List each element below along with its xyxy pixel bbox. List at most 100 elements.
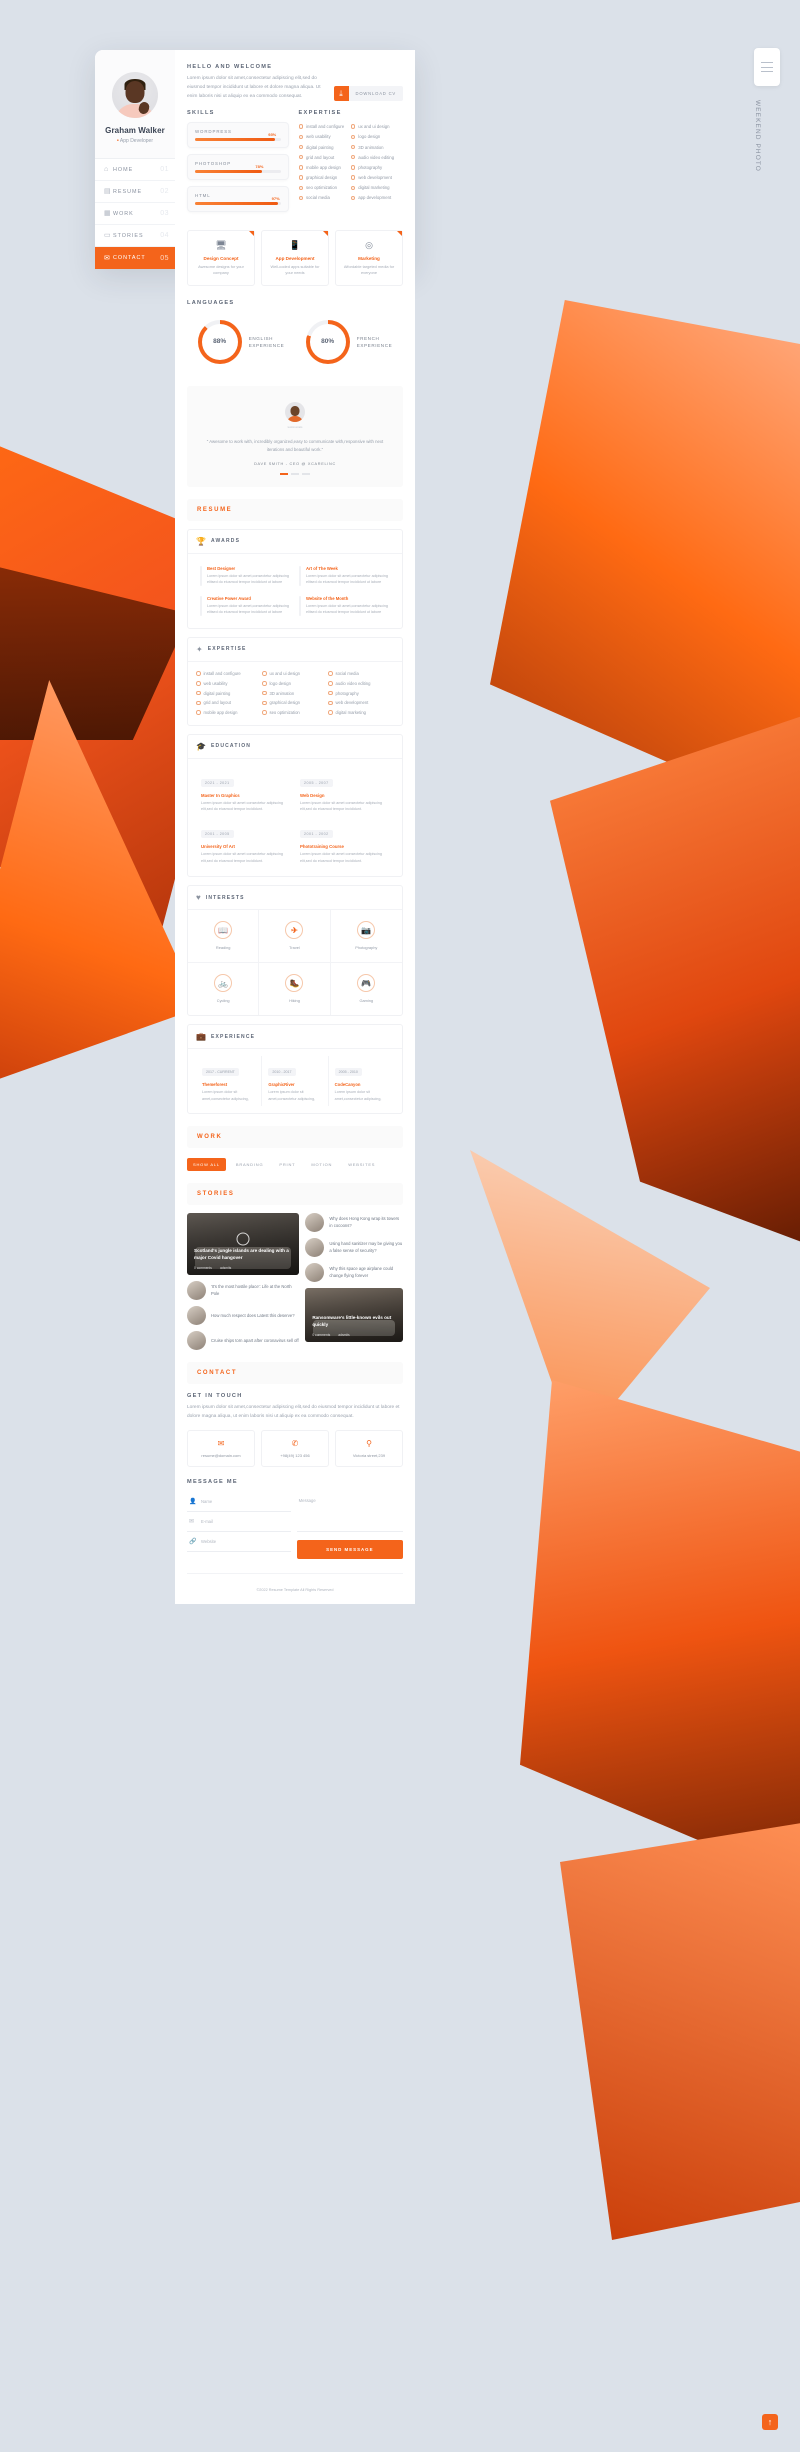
- hiking-icon: 🥾: [285, 974, 304, 993]
- bullet-icon: [350, 134, 356, 140]
- stories-band: STORIES: [187, 1183, 403, 1206]
- bullet-icon: [328, 681, 333, 686]
- expertise-item: photography: [350, 162, 403, 172]
- language-item: 88% ENGLISH EXPERIENCE: [187, 312, 295, 378]
- contact-text: Lorem ipsum dolor sit amet,consectetur a…: [187, 1405, 400, 1420]
- contact-info-row: ✉ resume@domain.com ✆ +98(49) 123 456 ⚲ …: [187, 1430, 403, 1468]
- bullet-icon: [298, 144, 304, 150]
- work-filter[interactable]: WEBSITES: [342, 1158, 381, 1171]
- bullet-icon: [350, 165, 356, 170]
- work-filter[interactable]: SHOW ALL: [187, 1158, 226, 1172]
- interest-item[interactable]: 🥾 Hiking: [259, 963, 331, 1016]
- testimonial-tag: testimonials: [287, 424, 303, 429]
- expertise2-item: install and configure: [196, 669, 262, 679]
- interest-item[interactable]: 🎮 Gaming: [331, 963, 402, 1015]
- sidebar-item-contact[interactable]: ✉ CONTACT 05: [95, 247, 175, 269]
- story-thumb: [305, 1213, 325, 1233]
- story-mini[interactable]: 'It's the most hostile place': Life at t…: [187, 1281, 299, 1301]
- interest-item[interactable]: 📖 Reading: [188, 910, 260, 964]
- skill-item: HTML 97%: [187, 185, 289, 212]
- email-field[interactable]: ✉ E-mail: [187, 1512, 291, 1533]
- menu-icon[interactable]: [754, 48, 780, 86]
- profile-sidebar: Graham Walker • App Developer + ⌂ HOME 0…: [95, 50, 407, 269]
- sidebar-item-stories[interactable]: ▭ STORIES 04: [95, 225, 175, 247]
- interests-grid: 📖 Reading ✈ Travel 📷 Photography 🚲 Cycling 🥾 Hiki…: [188, 910, 402, 1016]
- expertise-item: digital painting: [298, 142, 351, 152]
- expertise2-item: social media: [328, 669, 394, 679]
- phone-icon: ✆: [291, 1439, 299, 1449]
- story-mini[interactable]: Cruise ships torn apart after coronaviru…: [187, 1331, 299, 1351]
- expertise-item: app development: [350, 193, 403, 203]
- awards-list: Best Designer Lorem ipsum dolor sit amet,…: [196, 561, 394, 621]
- skills-title: SKILLS: [187, 109, 215, 116]
- expertise-item: install and configure: [298, 122, 351, 132]
- expertise2-column: social media audio video editing photograp…: [328, 669, 394, 718]
- work-filter[interactable]: PRINT: [273, 1158, 301, 1171]
- bullet-icon: [350, 124, 356, 129]
- trophy-icon: 🏆: [196, 536, 206, 546]
- sidebar-item-resume[interactable]: ▤ RESUME 02: [95, 181, 175, 203]
- story-mini[interactable]: Why this space age airplane could change…: [305, 1263, 403, 1283]
- bullet-icon: [328, 700, 333, 706]
- sidebar-item-work[interactable]: ▦ WORK 03: [95, 203, 175, 225]
- expertise-item: mobile app design: [298, 162, 351, 172]
- work-filter[interactable]: MOTION: [305, 1158, 338, 1171]
- expertise-item: web development: [350, 173, 403, 183]
- expertise-block: EXPERTISE install and configure ux and ui…: [298, 110, 403, 218]
- download-icon: ⤓: [333, 86, 349, 101]
- book-icon: 📖: [214, 921, 233, 940]
- story-mini[interactable]: Using hand sanitizer may be giving you a…: [305, 1238, 403, 1258]
- website-field[interactable]: 🔗 Website: [187, 1532, 291, 1553]
- work-filter[interactable]: BRANDING: [230, 1158, 270, 1171]
- hello-text: Lorem ipsum dolor sit amet,consectetur a…: [187, 76, 321, 99]
- service-card[interactable]: 🖥 Design Concept Awesome designs for you…: [187, 229, 255, 286]
- testimonial-dots[interactable]: [205, 473, 385, 475]
- story-featured-card[interactable]: Scotland's jungle islands are dealing wi…: [187, 1213, 300, 1276]
- education-item: 2001 - 2002 Phototraining Course Lorem ips…: [300, 830, 382, 863]
- bullet-icon: [350, 195, 356, 201]
- award-item: Art of The Week Lorem ipsum dolor sit ame…: [295, 561, 394, 591]
- plane-icon: ✈: [285, 921, 304, 940]
- contact-info-card[interactable]: ⚲ Victoria street,239: [335, 1430, 403, 1468]
- contact-info-card[interactable]: ✆ +98(49) 123 456: [261, 1430, 329, 1468]
- right-rail: Weekend Photo: [754, 48, 780, 172]
- story-thumb: [187, 1281, 206, 1301]
- expertise-item: audio video editing: [350, 152, 403, 162]
- education-item: 2021 - 2021 Master In Graphics Lorem ipsum…: [201, 778, 283, 812]
- name-field[interactable]: 👤 Name: [187, 1492, 291, 1513]
- contact-icon: ✉: [104, 254, 110, 262]
- scroll-top-button[interactable]: ↑: [762, 2414, 778, 2430]
- interest-item[interactable]: ✈ Travel: [259, 910, 331, 964]
- contact-info-card[interactable]: ✉ resume@domain.com: [187, 1430, 255, 1468]
- resume-band: RESUME: [187, 498, 403, 521]
- sidebar-item-home[interactable]: ⌂ HOME 01: [95, 159, 175, 181]
- download-cv-button[interactable]: ⤓ DOWNLOAD CV: [333, 86, 403, 101]
- mail-icon: ✉: [189, 1519, 195, 1526]
- expertise2-item: graphical design: [262, 698, 328, 708]
- bullet-icon: [350, 144, 356, 150]
- message-field[interactable]: Message: [296, 1492, 403, 1533]
- story-mini[interactable]: Why does Hong Kong wrap its towers in co…: [305, 1213, 403, 1233]
- story-mini[interactable]: How much respect does Latest this deserv…: [187, 1306, 299, 1326]
- expertise-item: digital marketing: [350, 183, 403, 193]
- story-featured-card[interactable]: Ransomware's little-known evils out quic…: [305, 1288, 403, 1343]
- expertise-item: grid and layout: [298, 152, 351, 162]
- interest-item[interactable]: 🚲 Cycling: [188, 963, 260, 1016]
- expertise2-item: logo design: [262, 678, 328, 688]
- experience-item: 2010 - 2017 GraphicRiver Lorem ipsum dolor…: [262, 1056, 329, 1107]
- service-card[interactable]: ◎ Marketing Affordable targeted media fo…: [335, 229, 403, 286]
- heart-icon: ♥: [196, 893, 201, 903]
- language-item: 80% FRENCH EXPERIENCE: [295, 312, 403, 378]
- hello-title: HELLO AND WELCOME: [187, 64, 273, 70]
- skill-item: WORDPRESS 93%: [187, 121, 289, 148]
- interest-item[interactable]: 📷 Photography: [330, 910, 402, 964]
- cap-icon: 🎓: [196, 741, 206, 751]
- service-card[interactable]: 📱 App Development Well-coded apps suitab…: [261, 229, 329, 286]
- award-item: Creative Power Award Lorem ipsum dolor si…: [196, 591, 295, 621]
- expertise2-item: grid and layout: [196, 698, 262, 708]
- send-message-button[interactable]: SEND MESSAGE: [296, 1540, 403, 1560]
- expertise2-item: photography: [328, 688, 394, 698]
- education-list: 2021 - 2021 Master In Graphics Lorem ipsum…: [196, 766, 394, 870]
- monitor-icon: 🖥: [215, 239, 227, 250]
- skill-item: PHOTOSHOP 78%: [187, 153, 289, 180]
